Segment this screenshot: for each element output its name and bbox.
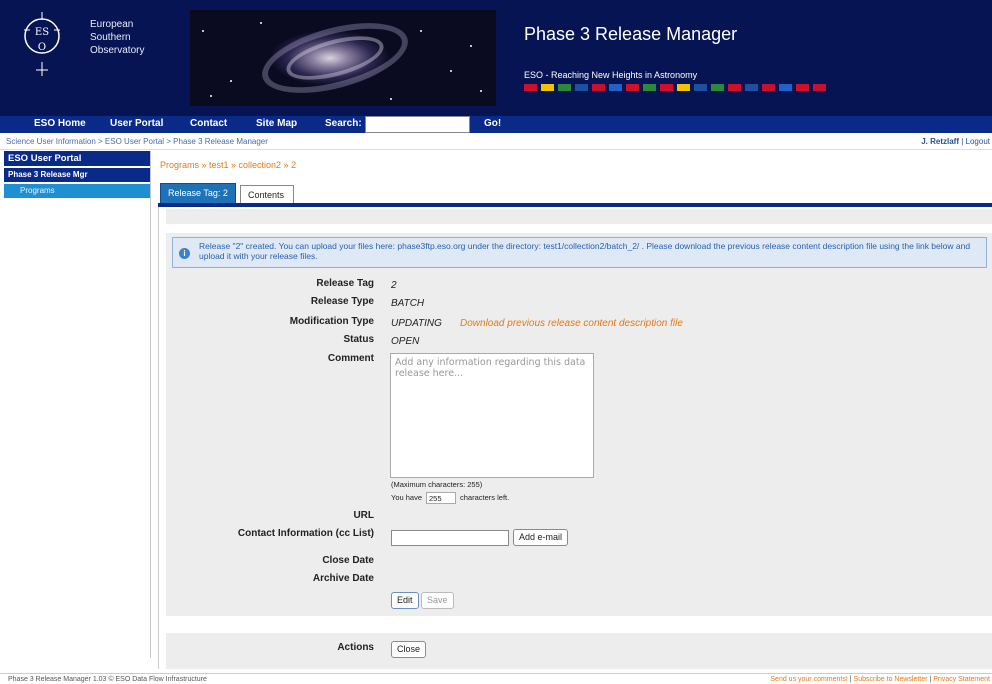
language-flag-icon[interactable] (575, 84, 588, 91)
archive-date-label: Archive Date (312, 573, 374, 584)
language-flag-icon[interactable] (813, 84, 826, 91)
actions-panel: Actions Close (166, 633, 992, 669)
sidebar-item-release-manager[interactable]: Phase 3 Release Mgr (4, 168, 150, 182)
language-flag-icon[interactable] (592, 84, 605, 91)
language-flag-icon[interactable] (728, 84, 741, 91)
search-label: Search: (325, 118, 362, 129)
release-type-value: BATCH (391, 298, 425, 309)
galaxy-banner-image (190, 10, 496, 106)
max-chars-note: (Maximum characters: 255) (391, 480, 483, 489)
info-message: i Release "2" created. You can upload yo… (172, 237, 987, 268)
nav-user-portal[interactable]: User Portal (110, 118, 163, 129)
release-form-panel: i Release "2" created. You can upload yo… (166, 233, 992, 616)
language-flag-icon[interactable] (779, 84, 792, 91)
info-icon: i (179, 248, 190, 259)
edit-button[interactable]: Edit (391, 592, 419, 609)
language-flag-icon[interactable] (626, 84, 639, 91)
contact-info-label: Contact Information (cc List) (237, 528, 374, 539)
language-flag-icon[interactable] (694, 84, 707, 91)
tab-contents[interactable]: Contents (240, 185, 294, 205)
language-flag-icon[interactable] (541, 84, 554, 91)
language-flag-icon[interactable] (711, 84, 724, 91)
footer: Phase 3 Release Manager 1.03 © ESO Data … (0, 673, 992, 684)
footer-links: Send us your comments! | Subscribe to Ne… (770, 676, 990, 683)
send-comments-link[interactable]: Send us your comments! (770, 676, 847, 683)
user-name[interactable]: J. Retzlaff (921, 137, 959, 146)
breadcrumb[interactable]: Science User Information > ESO User Port… (6, 137, 268, 146)
chars-left-note: You have 255 characters left. (391, 492, 509, 504)
org-name: European Southern Observatory (90, 18, 144, 57)
sidebar-item-user-portal[interactable]: ESO User Portal (4, 151, 150, 166)
eso-logo[interactable]: ES O (22, 12, 62, 76)
release-type-label: Release Type (310, 296, 374, 307)
newsletter-link[interactable]: Subscribe to Newsletter (854, 676, 928, 683)
sidebar: ESO User Portal Phase 3 Release Mgr Prog… (4, 151, 151, 658)
org-line: Southern (90, 32, 131, 43)
info-text: Release "2" created. You can upload your… (199, 241, 971, 261)
footer-version: Phase 3 Release Manager 1.03 © ESO Data … (8, 676, 207, 683)
nav-bar: ESO Home User Portal Contact Site Map Se… (0, 116, 992, 133)
org-line: European (90, 19, 134, 30)
language-flag-icon[interactable] (677, 84, 690, 91)
language-flag-icon[interactable] (558, 84, 571, 91)
actions-label: Actions (337, 642, 374, 653)
nav-contact[interactable]: Contact (190, 118, 227, 129)
language-flags (524, 84, 826, 91)
email-input[interactable] (391, 530, 509, 546)
status-label: Status (343, 334, 374, 345)
site-header: ES O European Southern Observatory Phase… (0, 0, 992, 116)
language-flag-icon[interactable] (745, 84, 758, 91)
chars-prefix: You have (391, 493, 423, 502)
comment-textarea[interactable]: Add any information regarding this data … (390, 353, 594, 478)
slogan: ESO - Reaching New Heights in Astronomy (524, 70, 698, 80)
release-tag-label: Release Tag (316, 278, 374, 289)
release-tag-value: 2 (391, 280, 397, 291)
comment-label: Comment (327, 353, 374, 364)
language-flag-icon[interactable] (609, 84, 622, 91)
chars-left-counter: 255 (426, 492, 457, 504)
panel-header-strip (166, 209, 992, 224)
url-label: URL (353, 510, 374, 521)
download-description-link[interactable]: Download previous release content descri… (460, 318, 683, 329)
language-flag-icon[interactable] (524, 84, 537, 91)
modification-type-label: Modification Type (289, 316, 374, 327)
language-flag-icon[interactable] (660, 84, 673, 91)
search-go-button[interactable]: Go! (484, 118, 501, 129)
language-flag-icon[interactable] (796, 84, 809, 91)
breadcrumb-bar: Science User Information > ESO User Port… (0, 135, 992, 150)
search-input[interactable] (365, 116, 470, 133)
close-button[interactable]: Close (391, 641, 427, 658)
save-button[interactable]: Save (421, 592, 454, 609)
logout-link[interactable]: Logout (966, 137, 990, 146)
svg-text:ES: ES (35, 27, 49, 38)
chars-suffix: characters left. (460, 493, 510, 502)
app-title: Phase 3 Release Manager (524, 24, 738, 44)
user-area: J. Retzlaff | Logout (921, 137, 990, 146)
language-flag-icon[interactable] (762, 84, 775, 91)
nav-site-map[interactable]: Site Map (256, 118, 297, 129)
program-breadcrumb[interactable]: Programs » test1 » collection2 » 2 (160, 160, 296, 170)
tab-release-tag[interactable]: Release Tag: 2 (160, 183, 236, 205)
close-date-label: Close Date (322, 555, 374, 566)
add-email-button[interactable]: Add e-mail (513, 529, 569, 546)
svg-text:O: O (38, 42, 46, 53)
status-value: OPEN (391, 336, 420, 347)
modification-type-value: UPDATING (391, 318, 442, 329)
sidebar-item-programs[interactable]: Programs (4, 184, 150, 198)
org-line: Observatory (90, 45, 145, 56)
nav-eso-home[interactable]: ESO Home (34, 118, 86, 129)
privacy-link[interactable]: Privacy Statement (933, 676, 990, 683)
language-flag-icon[interactable] (643, 84, 656, 91)
